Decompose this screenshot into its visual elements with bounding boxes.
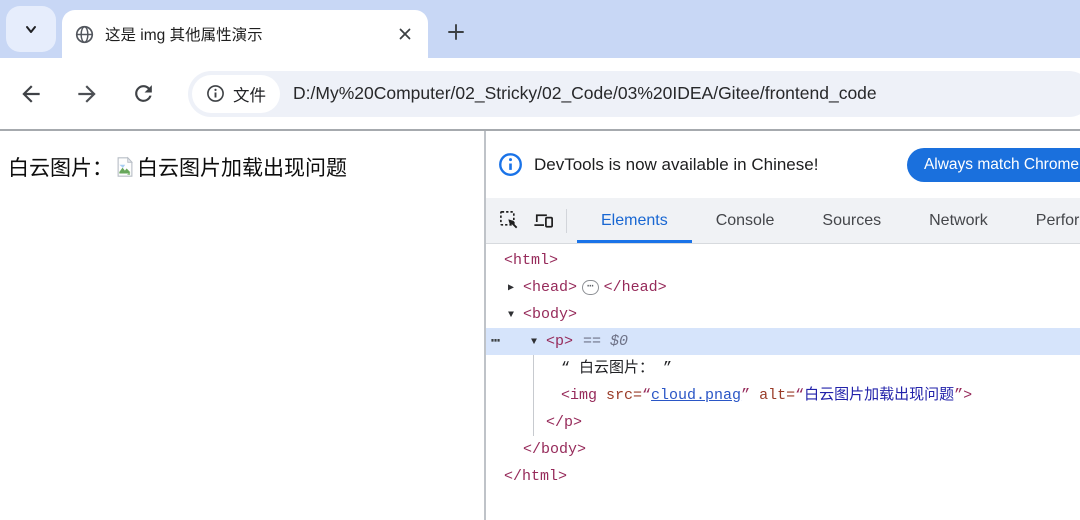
tab-close-button[interactable]: [394, 23, 416, 45]
reload-icon: [134, 85, 152, 102]
code-token-value: 白云图片加载出现问题: [804, 387, 955, 404]
code-token-tag: <head>: [523, 279, 578, 296]
forward-arrow-icon: [78, 84, 96, 103]
forward-button[interactable]: [70, 77, 104, 111]
close-icon: [399, 28, 411, 40]
row-overflow-menu-icon[interactable]: ⋯: [491, 328, 501, 355]
info-icon: [499, 153, 522, 176]
devtools-toolbar: Elements Console Sources Network Perform…: [486, 198, 1080, 244]
content-area: 白云图片： 白云图片加载出现问题 DevTools is now availab…: [0, 131, 1080, 520]
dom-tree-row[interactable]: </body>: [486, 436, 1080, 463]
match-language-button[interactable]: Always match Chrome: [906, 147, 1080, 182]
address-bar[interactable]: 文件 D:/My%20Computer/02_Stricky/02_Code/0…: [188, 70, 1080, 117]
code-token-link[interactable]: cloud.pnag: [651, 387, 741, 404]
dom-tree-row[interactable]: <img src=“cloud.pnag” alt=“白云图片加载出现问题”>: [486, 382, 1080, 409]
code-token-tag: <html>: [504, 252, 559, 269]
page-paragraph: 白云图片： 白云图片加载出现问题: [8, 152, 476, 182]
globe-icon: [75, 25, 94, 43]
code-token-attr: src=: [606, 387, 643, 404]
url-text: D:/My%20Computer/02_Stricky/02_Code/03%2…: [293, 83, 877, 103]
dom-tree-row[interactable]: ▶ <head> ⋯ </head>: [486, 274, 1080, 301]
code-token-ellipsis[interactable]: ⋯: [582, 280, 599, 295]
tab-performance[interactable]: Performance: [1012, 198, 1080, 243]
inspect-cursor-icon: [499, 211, 517, 229]
code-token-tag: ”: [741, 387, 751, 404]
code-token-tag: “: [642, 387, 652, 404]
tab-strip: 这是 img 其他属性演示: [0, 0, 1080, 58]
dom-tree: <html> ▶ <head> ⋯ </head> ▼ <body> ⋯ ▼ <p> == $0 “ …: [486, 244, 1080, 520]
tab-elements[interactable]: Elements: [577, 198, 692, 243]
inspect-element-button[interactable]: [496, 208, 522, 234]
code-token-attr: alt=: [759, 387, 796, 404]
navigation-bar: 文件 D:/My%20Computer/02_Stricky/02_Code/0…: [0, 58, 1080, 131]
expand-arrow-icon[interactable]: ▶: [508, 275, 523, 302]
site-info-chip[interactable]: 文件: [192, 74, 280, 113]
new-tab-button[interactable]: [436, 12, 476, 52]
dom-tree-row[interactable]: ▼ <body>: [486, 301, 1080, 328]
code-token-tag: “: [795, 387, 805, 404]
chevron-down-icon: [26, 26, 36, 33]
tab-sources[interactable]: Sources: [798, 198, 905, 243]
collapse-arrow-icon[interactable]: ▼: [531, 329, 546, 356]
notification-message: DevTools is now available in Chinese!: [534, 154, 819, 174]
site-chip-label: 文件: [233, 86, 266, 105]
code-token-anno: == $0: [583, 333, 629, 350]
info-icon: [207, 85, 224, 102]
code-token-tag: </body>: [523, 441, 587, 458]
tab-search-button[interactable]: [6, 6, 56, 52]
toolbar-separator: [566, 208, 567, 233]
device-toolbar-button[interactable]: [530, 208, 556, 234]
code-token-tag: <img: [561, 387, 607, 404]
dom-tree-row[interactable]: </html>: [486, 463, 1080, 490]
dom-tree-row[interactable]: <html>: [486, 247, 1080, 274]
browser-window: 这是 img 其他属性演示 文件 D:/My%20Computer/02_Str…: [0, 0, 1080, 520]
tab-console[interactable]: Console: [692, 198, 799, 243]
code-token-tag: </p>: [546, 414, 583, 431]
code-token-tag: </head>: [603, 279, 667, 296]
code-token-tag: ”>: [954, 387, 973, 404]
code-token-tag: <p>: [546, 333, 574, 350]
reload-button[interactable]: [126, 77, 160, 111]
collapse-arrow-icon[interactable]: ▼: [508, 302, 523, 329]
tab-network[interactable]: Network: [905, 198, 1012, 243]
devtools-panel: DevTools is now available in Chinese! Al…: [486, 131, 1080, 520]
plus-icon: [448, 24, 464, 40]
code-token-tag: </html>: [504, 468, 568, 485]
page-viewport: 白云图片： 白云图片加载出现问题: [0, 131, 484, 520]
image-alt-text: 白云图片加载出现问题: [137, 157, 347, 180]
tab-title: 这是 img 其他属性演示: [105, 27, 263, 44]
device-toolbar-icon: [533, 214, 553, 228]
code-token-text: “ 白云图片： ”: [561, 360, 673, 377]
code-token-tag: <body>: [523, 306, 578, 323]
back-button[interactable]: [14, 77, 48, 111]
dom-tree-row[interactable]: “ 白云图片： ”: [486, 355, 1080, 382]
broken-image-icon: [117, 156, 133, 177]
devtools-notification: DevTools is now available in Chinese! Al…: [486, 131, 1080, 198]
back-arrow-icon: [22, 84, 40, 103]
dom-tree-row[interactable]: </p>: [486, 409, 1080, 436]
browser-tab[interactable]: 这是 img 其他属性演示: [62, 10, 428, 58]
dom-tree-row[interactable]: ⋯ ▼ <p> == $0: [486, 328, 1080, 355]
page-text: 白云图片：: [8, 157, 113, 180]
